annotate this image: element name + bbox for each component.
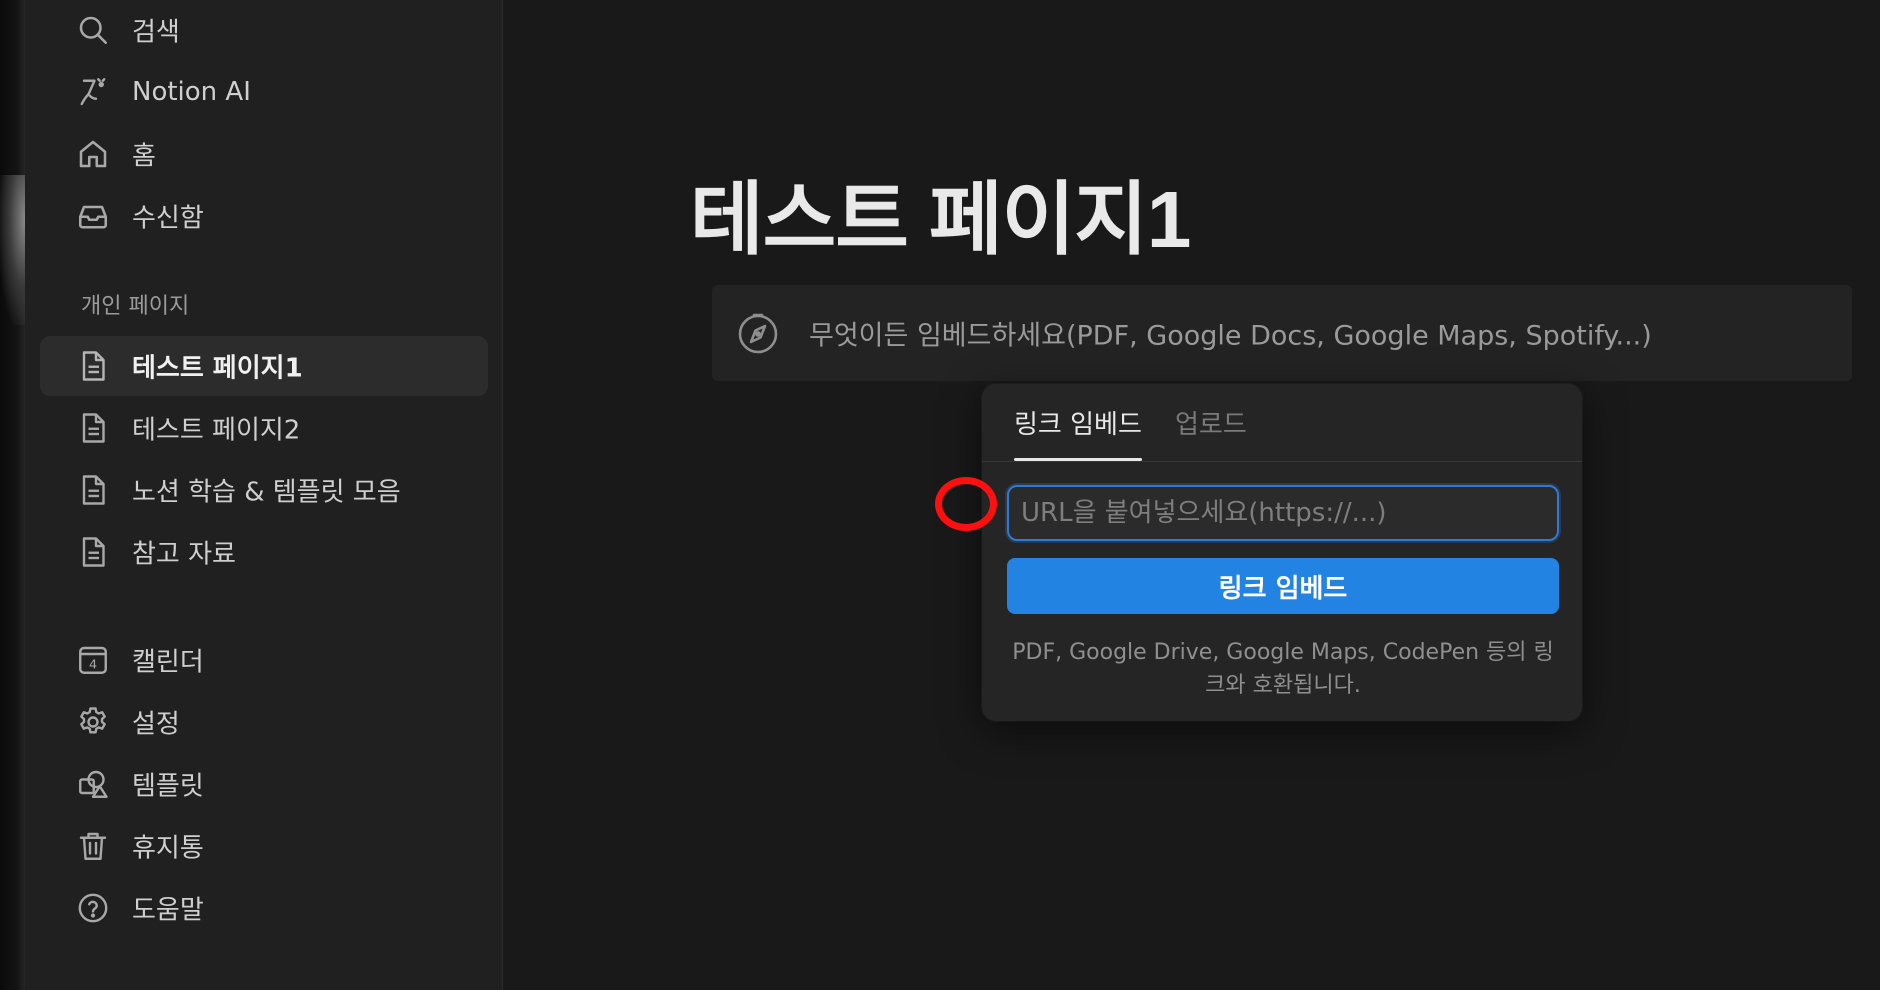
page-title[interactable]: 테스트 페이지1 xyxy=(690,155,1191,271)
sidebar-item-label: 테스트 페이지1 xyxy=(132,353,303,384)
sidebar-item-label: 도움말 xyxy=(132,895,204,926)
helper-text: PDF, Google Drive, Google Maps, CodePen … xyxy=(1012,640,1554,698)
sidebar-item-label: 휴지통 xyxy=(132,833,204,864)
sidebar-item-search[interactable]: 검색 xyxy=(40,0,488,60)
sidebar-item-label: 노션 학습 & 템플릿 모음 xyxy=(132,477,401,508)
sidebar-page-test-2[interactable]: 테스트 페이지2 xyxy=(40,398,488,458)
sidebar-page-notion-learning[interactable]: 노션 학습 & 템플릿 모음 xyxy=(40,460,488,520)
popover-tabs: 링크 임베드 업로드 xyxy=(982,384,1582,462)
page-icon xyxy=(74,409,112,447)
embed-block[interactable]: 무엇이든 임베드하세요(PDF, Google Docs, Google Map… xyxy=(712,285,1852,381)
tab-link-embed[interactable]: 링크 임베드 xyxy=(1014,404,1142,462)
embed-popover: 링크 임베드 업로드 링크 임베드 PDF, Google Drive, Goo… xyxy=(982,384,1582,721)
window-edge-glow xyxy=(0,175,25,325)
page-icon xyxy=(74,347,112,385)
tab-upload[interactable]: 업로드 xyxy=(1175,404,1247,462)
sidebar-item-label: 홈 xyxy=(132,141,156,172)
home-icon xyxy=(74,135,112,173)
search-icon xyxy=(74,11,112,49)
page-icon xyxy=(74,471,112,509)
app-window: 검색 Notion AI 홈 수신함 개인 페이지 테스트 페이지1 테스트 페… xyxy=(0,0,1880,990)
sidebar-item-settings[interactable]: 설정 xyxy=(40,692,488,752)
compass-icon xyxy=(734,309,782,357)
sidebar-item-help[interactable]: 도움말 xyxy=(40,878,488,938)
sidebar-item-label: 템플릿 xyxy=(132,771,204,802)
sidebar-item-label: Notion AI xyxy=(132,77,251,107)
url-input[interactable] xyxy=(1007,485,1559,541)
template-icon xyxy=(74,765,112,803)
sidebar: 검색 Notion AI 홈 수신함 개인 페이지 테스트 페이지1 테스트 페… xyxy=(25,0,503,990)
annotation-circle xyxy=(935,477,997,531)
calendar-icon-date: 4 xyxy=(89,658,97,673)
sidebar-item-calendar[interactable]: 4 캘린더 xyxy=(40,630,488,690)
link-embed-button[interactable]: 링크 임베드 xyxy=(1007,558,1559,614)
help-icon xyxy=(74,889,112,927)
sidebar-page-references[interactable]: 참고 자료 xyxy=(40,522,488,582)
sidebar-item-label: 캘린더 xyxy=(132,647,204,678)
window-edge xyxy=(0,0,25,990)
sidebar-item-label: 검색 xyxy=(132,17,180,48)
sidebar-page-test-1[interactable]: 테스트 페이지1 xyxy=(40,336,488,396)
sidebar-item-label: 참고 자료 xyxy=(132,539,236,570)
sidebar-item-templates[interactable]: 템플릿 xyxy=(40,754,488,814)
sidebar-item-home[interactable]: 홈 xyxy=(40,124,488,184)
gear-icon xyxy=(74,703,112,741)
sidebar-item-label: 설정 xyxy=(132,709,180,740)
calendar-icon: 4 xyxy=(74,641,112,679)
notion-ai-icon xyxy=(74,73,112,111)
sidebar-item-trash[interactable]: 휴지통 xyxy=(40,816,488,876)
section-label-private: 개인 페이지 xyxy=(81,294,190,319)
page-icon xyxy=(74,533,112,571)
inbox-icon xyxy=(74,197,112,235)
sidebar-item-inbox[interactable]: 수신함 xyxy=(40,186,488,246)
trash-icon xyxy=(74,827,112,865)
sidebar-item-notion-ai[interactable]: Notion AI xyxy=(40,62,488,122)
sidebar-item-label: 테스트 페이지2 xyxy=(132,415,301,446)
embed-prompt-text: 무엇이든 임베드하세요(PDF, Google Docs, Google Map… xyxy=(809,320,1652,352)
active-tab-indicator xyxy=(1014,458,1142,461)
sidebar-item-label: 수신함 xyxy=(132,203,204,234)
